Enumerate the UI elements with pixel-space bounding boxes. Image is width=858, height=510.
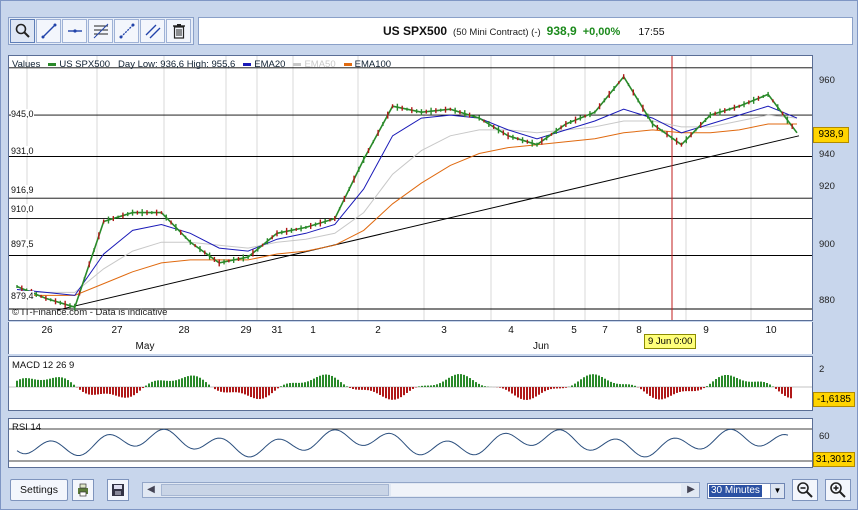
legend-ema20: EMA20	[243, 59, 285, 70]
cursor-date-label: 9 Jun 0:00	[644, 334, 697, 349]
price-tick: 900	[819, 239, 835, 250]
date-tick: 27	[111, 325, 123, 336]
hline-label-8794: 879,4	[11, 291, 34, 301]
rsi-title: RSI 14	[12, 422, 42, 433]
scroll-thumb[interactable]	[391, 484, 681, 496]
trend-line	[56, 135, 800, 311]
date-tick: 26	[41, 325, 53, 336]
bottom-toolbar: Settings ◀ ▶ 30 Minutes ▼	[8, 477, 853, 505]
legend-price-label: US SPX500	[59, 59, 111, 70]
ema100-line	[17, 123, 797, 296]
price-chart-panel[interactable]: Values US SPX500 Day Low: 936,6 High: 95…	[8, 55, 813, 321]
trash-icon	[172, 24, 185, 39]
day-range: Day Low: 936,6 High: 955,6	[118, 59, 236, 70]
price-change: +0,00%	[582, 26, 621, 38]
rsi-value-tag: 31,3012	[813, 452, 855, 467]
macd-tick: 2	[819, 364, 825, 375]
date-tick: 31	[271, 325, 283, 336]
ema20-line	[16, 105, 798, 296]
print-icon	[78, 483, 88, 497]
zoom-in-icon	[830, 482, 846, 498]
fibonacci-icon	[93, 23, 108, 39]
price-axis: 960 940 920 900 880	[813, 55, 858, 321]
period-select[interactable]: 30 Minutes ▼	[707, 483, 785, 499]
ema50-line	[17, 114, 798, 293]
hline-label-9169: 916,9	[11, 185, 34, 195]
rsi-svg	[9, 428, 812, 462]
time-scrollbar[interactable]: ◀ ▶	[142, 482, 700, 498]
macd-value-tag: -1,6185	[813, 392, 855, 407]
channel-icon	[119, 23, 134, 39]
symbol-name: US SPX500	[383, 24, 448, 38]
period-value: 30 Minutes	[709, 485, 762, 497]
price-series-line	[16, 75, 798, 309]
scroll-left-icon[interactable]: ◀	[143, 483, 159, 497]
current-price-tag: 938,9	[813, 127, 849, 143]
date-tick: 7	[602, 325, 608, 336]
line-tool-icon	[41, 23, 56, 39]
line-tool-button[interactable]	[36, 19, 61, 43]
price-tick: 960	[819, 75, 835, 86]
quote-header: US SPX500 (50 Mini Contract) (-) 938,9 +…	[198, 17, 853, 45]
zoom-tool-icon	[15, 23, 30, 38]
fibonacci-button[interactable]	[88, 19, 113, 43]
quote-time: 17:55	[638, 26, 665, 38]
price-tick: 920	[819, 181, 835, 192]
hline-label-931: 931,0	[11, 146, 34, 156]
zoom-out-button[interactable]	[792, 479, 818, 501]
horizontal-line-button[interactable]	[62, 19, 87, 43]
month-label: May	[135, 341, 155, 352]
scroll-right-icon[interactable]: ▶	[683, 483, 699, 497]
save-button[interactable]	[107, 479, 129, 501]
month-label: Jun	[532, 341, 550, 352]
legend-ema100-label: EMA100	[354, 59, 392, 70]
date-tick: 8	[636, 325, 642, 336]
date-tick: 5	[571, 325, 577, 336]
macd-title: MACD 12 26 9	[12, 360, 75, 371]
date-tick: 2	[375, 325, 381, 336]
date-tick: 1	[310, 325, 316, 336]
date-tick: 3	[441, 325, 447, 336]
delete-button[interactable]	[166, 19, 191, 43]
date-tick: 9	[703, 325, 709, 336]
legend-ema100: EMA100	[343, 59, 392, 70]
macd-svg	[9, 374, 812, 400]
rsi-line	[16, 428, 789, 458]
zoom-tool-button[interactable]	[10, 19, 35, 43]
channel-button[interactable]	[114, 19, 139, 43]
price-tick: 880	[819, 295, 835, 306]
date-tick: 10	[765, 325, 777, 336]
hline-label-910: 910,0	[11, 204, 34, 214]
price-tick: 940	[819, 149, 835, 160]
drawing-toolbar	[8, 17, 194, 45]
hline-label-8975: 897,5	[11, 239, 34, 249]
chart-legend: Values US SPX500 Day Low: 936,6 High: 95…	[12, 59, 391, 70]
date-tick: 28	[178, 325, 190, 336]
values-label: Values	[12, 59, 41, 70]
rsi-tick: 60	[819, 431, 830, 442]
macd-panel[interactable]: MACD 12 26 9	[8, 356, 813, 411]
hline-label-945: 945,0	[11, 109, 34, 119]
rsi-panel[interactable]: RSI 14	[8, 418, 813, 468]
settings-button[interactable]: Settings	[10, 479, 68, 501]
last-price: 938,9	[546, 24, 577, 38]
horizontal-line-icon	[67, 29, 82, 33]
parallel-icon	[145, 24, 160, 39]
contract-label: (50 Mini Contract) (-)	[453, 27, 541, 38]
zoom-out-icon	[797, 482, 813, 498]
print-button[interactable]	[72, 479, 94, 501]
legend-ema20-label: EMA20	[254, 59, 286, 70]
data-disclaimer: © IT-Finance.com - Data is indicative	[12, 307, 168, 318]
date-tick: 4	[508, 325, 514, 336]
zoom-in-button[interactable]	[825, 479, 851, 501]
legend-ema50-label: EMA50	[304, 59, 336, 70]
legend-price: US SPX500	[48, 59, 110, 70]
scroll-thumb-left[interactable]	[161, 484, 389, 496]
parallel-button[interactable]	[140, 19, 165, 43]
chevron-down-icon[interactable]: ▼	[770, 484, 784, 498]
legend-ema50: EMA50	[293, 59, 336, 70]
save-icon	[112, 484, 124, 496]
date-tick: 29	[240, 325, 252, 336]
price-chart-svg	[9, 56, 812, 320]
